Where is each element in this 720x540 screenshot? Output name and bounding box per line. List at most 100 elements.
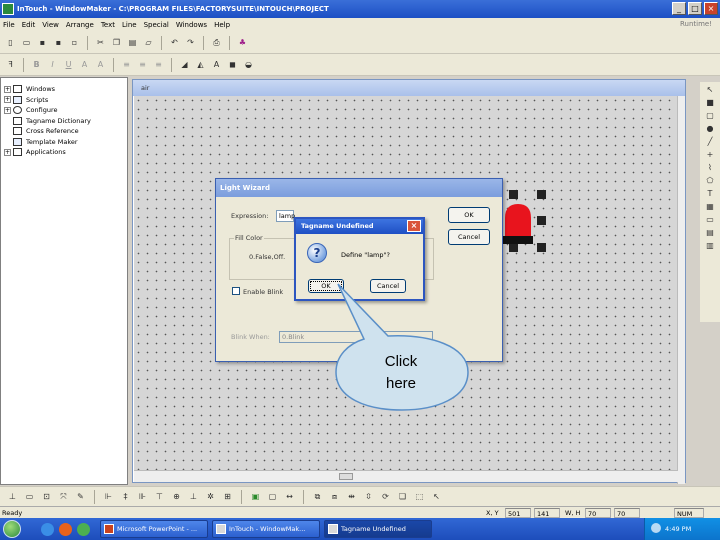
front-icon[interactable]: ⧉ <box>311 490 324 503</box>
align-icon[interactable]: ⊥ <box>6 490 19 503</box>
window-color-icon[interactable]: ◼ <box>226 58 239 71</box>
layout-icon[interactable]: ⊡ <box>40 490 53 503</box>
tree-expander[interactable]: + <box>4 148 11 156</box>
cursor-icon[interactable]: ↖ <box>430 490 443 503</box>
tree-expander[interactable]: + <box>4 106 11 114</box>
undo-icon[interactable]: ↶ <box>168 36 181 49</box>
redo-icon[interactable]: ↷ <box>184 36 197 49</box>
line-color-icon[interactable]: ◢ <box>178 58 191 71</box>
ungroup-icon[interactable]: ▢ <box>266 490 279 503</box>
space-icon[interactable]: ▭ <box>23 490 36 503</box>
line-icon[interactable]: ╱ <box>704 136 716 147</box>
enable-blink-checkbox[interactable] <box>232 287 240 295</box>
zoom-icon[interactable]: ⤧ <box>57 490 70 503</box>
light-object[interactable] <box>503 200 533 244</box>
maximize-button[interactable]: □ <box>688 2 702 15</box>
rotate-icon[interactable]: ⟳ <box>379 490 392 503</box>
align-top-icon[interactable]: ⊤ <box>153 490 166 503</box>
fill-color-icon[interactable]: ◭ <box>194 58 207 71</box>
trend-icon[interactable]: ▤ <box>704 227 716 238</box>
text-icon[interactable]: T <box>704 188 716 199</box>
flip-v-icon[interactable]: ⇳ <box>362 490 375 503</box>
paste-icon[interactable]: ▤ <box>126 36 139 49</box>
reshape-icon[interactable]: ⬚ <box>413 490 426 503</box>
runtime-link[interactable]: Runtime! <box>680 20 712 28</box>
menu-text[interactable]: Text <box>101 21 115 29</box>
cut-icon[interactable]: ✂ <box>94 36 107 49</box>
media-icon[interactable] <box>77 522 90 536</box>
menu-line[interactable]: Line <box>122 21 137 29</box>
align-middle-icon[interactable]: ⊕ <box>170 490 183 503</box>
button-icon[interactable]: ▭ <box>704 214 716 225</box>
tree-item-applications[interactable]: + Applications <box>4 147 127 158</box>
firefox-icon[interactable] <box>59 522 72 536</box>
tree-item-windows[interactable]: + Windows <box>4 84 127 95</box>
save-icon[interactable]: ▪ <box>36 36 49 49</box>
pencil-icon[interactable]: ✎ <box>74 490 87 503</box>
polyline-icon[interactable]: ⌇ <box>704 162 716 173</box>
wizard-icon[interactable]: ♣ <box>236 36 249 49</box>
wizard-cancel-button[interactable]: Cancel <box>448 229 490 245</box>
open-icon[interactable]: ▭ <box>20 36 33 49</box>
print-icon[interactable]: ⎙ <box>210 36 223 49</box>
menu-view[interactable]: View <box>42 21 59 29</box>
menu-edit[interactable]: Edit <box>22 21 36 29</box>
flip-h-icon[interactable]: ⇹ <box>345 490 358 503</box>
tree-expander[interactable]: + <box>4 96 11 104</box>
menu-arrange[interactable]: Arrange <box>66 21 94 29</box>
undefined-cancel-button[interactable]: Cancel <box>370 279 406 293</box>
tree-item-tagname-dictionary[interactable]: Tagname Dictionary <box>4 116 127 127</box>
selection-handle[interactable] <box>509 243 518 252</box>
taskbar-tagname-undefined[interactable]: Tagname Undefined <box>324 520 432 538</box>
group-icon[interactable]: ▣ <box>249 490 262 503</box>
rounded-rect-icon[interactable]: ▢ <box>704 110 716 121</box>
rectangle-icon[interactable]: ■ <box>704 97 716 108</box>
erase-icon[interactable]: ▱ <box>142 36 155 49</box>
italic-icon[interactable]: I <box>46 58 59 71</box>
duplicate-icon[interactable]: ❏ <box>396 490 409 503</box>
tree-item-template-maker[interactable]: Template Maker <box>4 137 127 148</box>
close-window-icon[interactable]: ▫ <box>68 36 81 49</box>
selection-handle[interactable] <box>537 216 546 225</box>
align-left-icon[interactable]: ≡ <box>120 58 133 71</box>
snap-icon[interactable]: ✲ <box>204 490 217 503</box>
selection-handle[interactable] <box>537 243 546 252</box>
bitmap-icon[interactable]: ▦ <box>704 201 716 212</box>
taskbar-powerpoint[interactable]: Microsoft PowerPoint - ... <box>100 520 208 538</box>
tree-item-configure[interactable]: + Configure <box>4 105 127 116</box>
expression-input[interactable]: lamp <box>276 210 295 222</box>
undefined-ok-button[interactable]: OK <box>308 279 344 293</box>
new-icon[interactable]: ▯ <box>4 36 17 49</box>
close-icon[interactable]: × <box>407 220 421 232</box>
font-size-up-icon[interactable]: A <box>78 58 91 71</box>
tree-item-scripts[interactable]: + Scripts <box>4 95 127 106</box>
align-center-icon[interactable]: ≡ <box>136 58 149 71</box>
align-left-edge-icon[interactable]: ⊩ <box>102 490 115 503</box>
menu-special[interactable]: Special <box>144 21 169 29</box>
menu-windows[interactable]: Windows <box>176 21 207 29</box>
align-right-edge-icon[interactable]: ⊪ <box>136 490 149 503</box>
underline-icon[interactable]: U <box>62 58 75 71</box>
ellipse-icon[interactable]: ● <box>704 123 716 134</box>
vertical-scrollbar[interactable] <box>677 96 685 484</box>
hv-line-icon[interactable]: + <box>704 149 716 160</box>
ie-icon[interactable] <box>41 522 54 536</box>
horizontal-scrollbar[interactable] <box>134 470 678 482</box>
tree-expander[interactable]: + <box>4 85 11 93</box>
selection-handle[interactable] <box>509 190 518 199</box>
start-button[interactable] <box>3 520 21 538</box>
copy-icon[interactable]: ❐ <box>110 36 123 49</box>
text-color-icon[interactable]: A <box>210 58 223 71</box>
scroll-thumb[interactable] <box>339 473 353 480</box>
align-center-icon[interactable]: ‡ <box>119 490 132 503</box>
polygon-icon[interactable]: ⬠ <box>704 175 716 186</box>
close-button[interactable]: × <box>704 2 718 15</box>
menu-file[interactable]: File <box>3 21 15 29</box>
bucket-icon[interactable]: ◒ <box>242 58 255 71</box>
grid-icon[interactable]: ⊞ <box>221 490 234 503</box>
back-icon[interactable]: ⧈ <box>328 490 341 503</box>
menu-help[interactable]: Help <box>214 21 230 29</box>
align-right-icon[interactable]: ≡ <box>152 58 165 71</box>
tray-status-icon[interactable] <box>651 523 661 533</box>
wizard-ok-button[interactable]: OK <box>448 207 490 223</box>
